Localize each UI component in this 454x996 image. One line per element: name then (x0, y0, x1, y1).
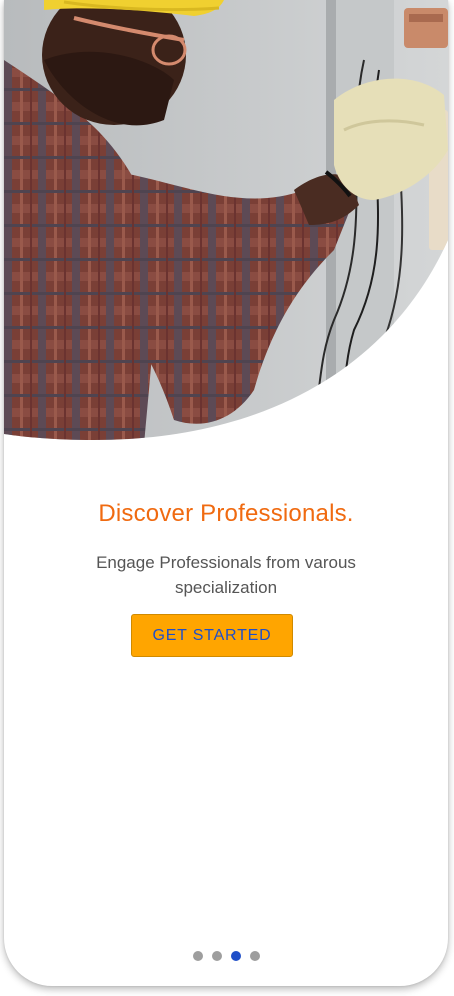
page-indicator-dot-active[interactable] (230, 951, 241, 961)
onboarding-title: Discover Professionals. (98, 500, 354, 527)
page-indicator (4, 951, 448, 961)
hero-image (4, 0, 448, 445)
page-indicator-dot[interactable] (211, 951, 222, 961)
get-started-button[interactable]: GET STARTED (131, 614, 293, 657)
phone-screen: Discover Professionals. Engage Professio… (4, 0, 448, 986)
onboarding-subtitle: Engage Professionals from varous special… (96, 553, 356, 597)
page-indicator-dot[interactable] (192, 951, 203, 961)
page-indicator-dot[interactable] (249, 951, 260, 961)
